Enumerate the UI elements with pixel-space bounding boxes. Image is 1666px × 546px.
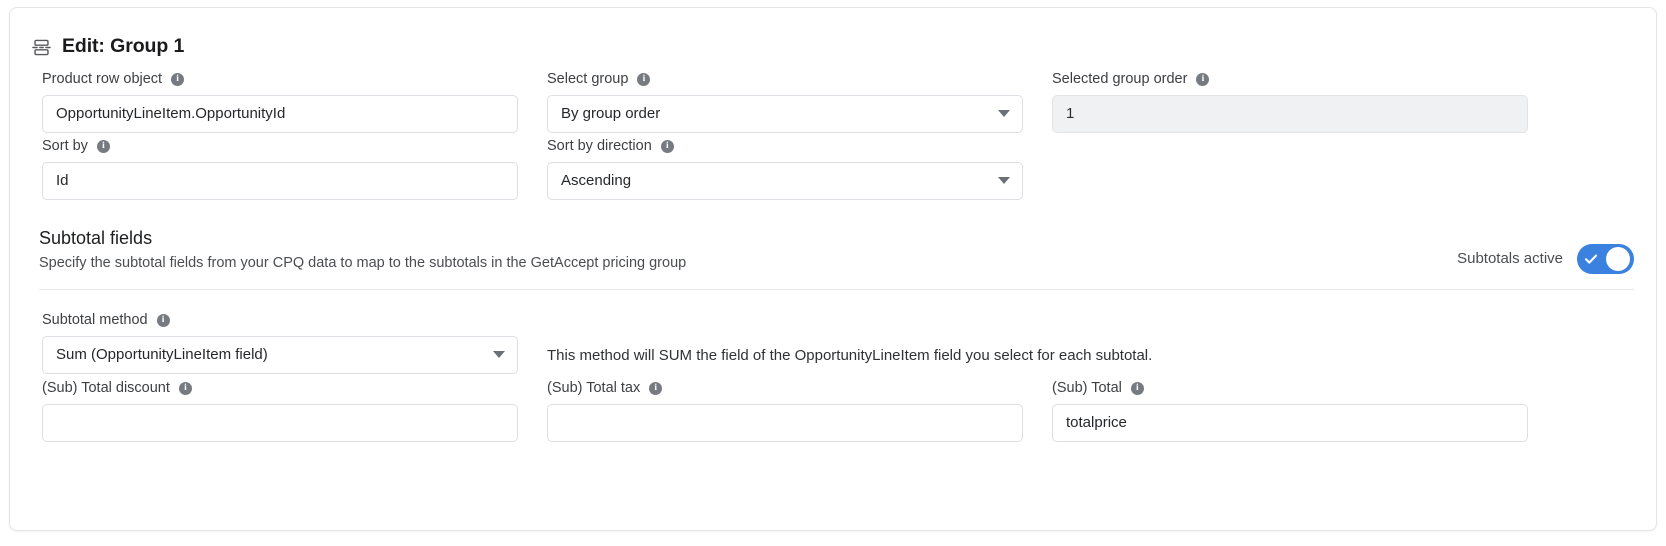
info-icon[interactable]: i — [660, 139, 674, 153]
sort-by-input[interactable]: Id — [42, 161, 518, 200]
edit-group-card: Edit: Group 1 Product row object i Oppor… — [9, 7, 1657, 531]
info-icon[interactable]: i — [1130, 381, 1144, 395]
subtotals-active-label: Subtotals active — [1457, 250, 1563, 268]
select-value: Sum (OpportunityLineItem field) — [56, 346, 268, 364]
subtotal-method-area: Subtotal method i Sum (OpportunityLineIt… — [10, 290, 1656, 442]
field-label: (Sub) Total i — [1052, 379, 1528, 398]
field-sub-total: (Sub) Total i totalprice — [1052, 379, 1528, 442]
input-value: OpportunityLineItem.OpportunityId — [56, 105, 286, 123]
form-row-2: Sort by i Id Sort by direction i Ascendi… — [42, 137, 1634, 200]
info-icon[interactable]: i — [171, 72, 185, 86]
sort-by-direction-dropdown[interactable]: Ascending — [547, 161, 1023, 200]
field-label: Subtotal method i — [42, 311, 518, 330]
subtotal-fields-description: Specify the subtotal fields from your CP… — [39, 255, 687, 272]
subtotal-method-label: Subtotal method — [42, 312, 148, 329]
input-value: Id — [56, 172, 69, 190]
form-area: Product row object i OpportunityLineItem… — [10, 70, 1656, 200]
sub-total-discount-input[interactable] — [42, 403, 518, 442]
info-icon[interactable]: i — [1196, 72, 1210, 86]
rows-icon — [32, 38, 51, 57]
field-sort-by: Sort by i Id — [42, 137, 518, 200]
field-product-row-object: Product row object i OpportunityLineItem… — [42, 70, 518, 133]
product-row-object-label: Product row object — [42, 71, 163, 87]
field-label: (Sub) Total tax i — [547, 379, 1023, 398]
sort-by-label: Sort by — [42, 137, 88, 154]
field-label: Sort by direction i — [547, 137, 1023, 156]
product-row-object-input[interactable]: OpportunityLineItem.OpportunityId — [42, 94, 518, 133]
field-label: Sort by i — [42, 137, 518, 156]
select-group-label: Select group — [547, 71, 629, 87]
subtotals-active-control: Subtotals active — [1457, 243, 1634, 274]
field-sub-total-discount: (Sub) Total discount i — [42, 379, 518, 442]
subtotal-method-dropdown[interactable]: Sum (OpportunityLineItem field) — [42, 335, 518, 374]
field-sub-total-tax: (Sub) Total tax i — [547, 379, 1023, 442]
sub-total-tax-input[interactable] — [547, 403, 1023, 442]
subtotal-fields-title: Subtotal fields — [39, 227, 153, 248]
field-subtotal-method: Subtotal method i Sum (OpportunityLineIt… — [42, 311, 518, 374]
info-icon[interactable]: i — [178, 381, 192, 395]
field-select-group: Select group i By group order — [547, 70, 1023, 133]
field-sort-by-direction: Sort by direction i Ascending — [547, 137, 1023, 200]
check-icon — [1584, 254, 1598, 264]
sub-total-tax-label: (Sub) Total tax — [547, 380, 641, 397]
chevron-down-icon — [998, 177, 1010, 185]
field-label: Product row object i — [42, 70, 518, 89]
input-value: 1 — [1066, 105, 1075, 123]
field-label: (Sub) Total discount i — [42, 379, 518, 398]
page-title: Edit: Group 1 — [62, 35, 185, 58]
sub-total-discount-label: (Sub) Total discount — [42, 380, 170, 397]
select-value: Ascending — [561, 172, 632, 190]
select-value: By group order — [561, 105, 661, 123]
sub-total-input[interactable]: totalprice — [1052, 403, 1528, 442]
method-row: Subtotal method i Sum (OpportunityLineIt… — [42, 311, 1634, 375]
chevron-down-icon — [493, 351, 505, 359]
subtotal-method-help-text: This method will SUM the field of the Op… — [547, 347, 1153, 365]
selected-group-order-label: Selected group order — [1052, 71, 1188, 87]
subtotal-fields-section: Subtotal fields Specify the subtotal fie… — [10, 227, 1656, 274]
toggle-knob — [1606, 246, 1630, 271]
sort-by-direction-label: Sort by direction — [547, 137, 652, 154]
field-label: Select group i — [547, 70, 1023, 89]
input-value: totalprice — [1066, 414, 1127, 432]
card-header: Edit: Group 1 — [10, 8, 1656, 66]
info-icon[interactable]: i — [637, 72, 651, 86]
selected-group-order-input: 1 — [1052, 94, 1528, 133]
form-row-1: Product row object i OpportunityLineItem… — [42, 70, 1634, 133]
info-icon[interactable]: i — [96, 139, 110, 153]
info-icon[interactable]: i — [156, 313, 170, 327]
info-icon[interactable]: i — [649, 381, 663, 395]
select-group-dropdown[interactable]: By group order — [547, 94, 1023, 133]
field-selected-group-order: Selected group order i 1 — [1052, 70, 1528, 133]
sub-total-label: (Sub) Total — [1052, 380, 1122, 397]
subtotal-fields-row: (Sub) Total discount i (Sub) Total tax i — [42, 379, 1634, 442]
field-label: Selected group order i — [1052, 70, 1528, 89]
subtotals-active-toggle[interactable] — [1577, 243, 1634, 274]
chevron-down-icon — [998, 110, 1010, 118]
